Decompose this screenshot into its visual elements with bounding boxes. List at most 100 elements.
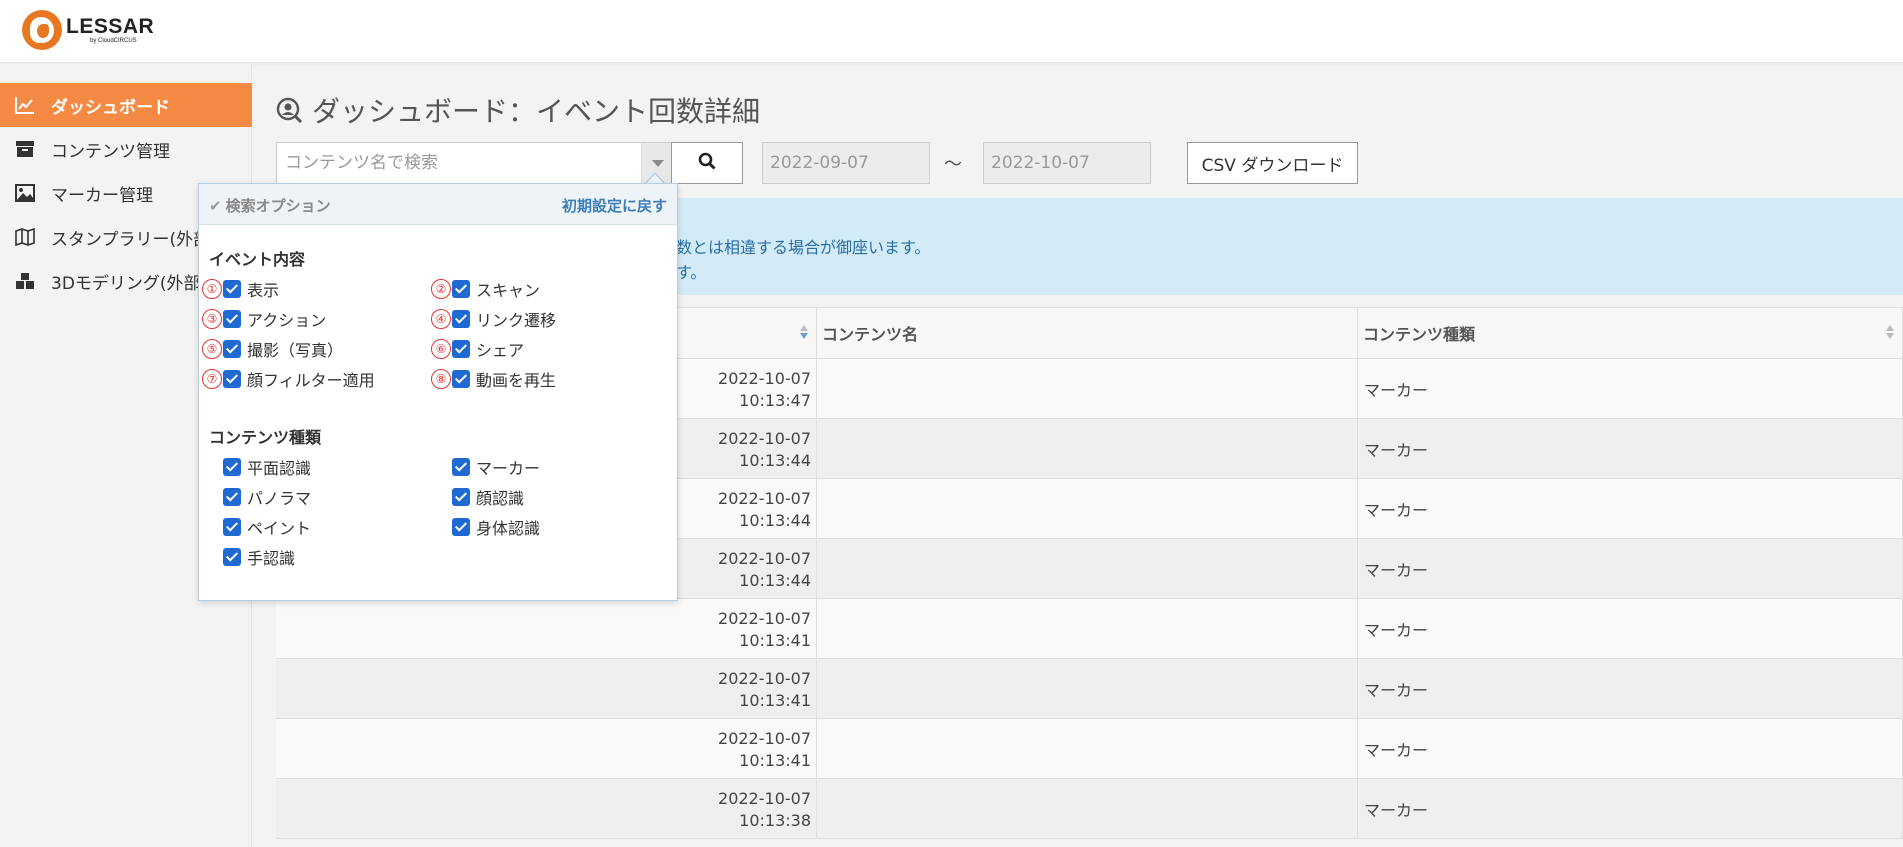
date-to-input[interactable]: 2022-10-07 [983,142,1151,184]
chart-line-icon [12,95,38,115]
datetime-cell: 2022-10-07 10:13:41 [276,599,817,658]
check-icon: ✔ [209,196,222,215]
checkbox[interactable] [223,548,241,566]
logo-sub: by CloudCIRCUS [90,37,137,44]
search-input[interactable] [277,143,641,183]
sidebar-item-contents[interactable]: コンテンツ管理 [0,127,252,171]
date-from-input[interactable]: 2022-09-07 [762,142,930,184]
content-name-cell [817,599,1358,658]
table-row: 2022-10-07 10:13:41 マーカー [276,719,1903,779]
sidebar-item-label: スタンプラリー(外部 [51,229,211,250]
checkbox[interactable] [223,340,241,358]
popup-header: ✔ 検索オプション 初期設定に戻す [199,184,677,225]
event-option-face-filter[interactable]: ⑦ 顔フィルター適用 [202,368,375,390]
table-row: 2022-10-07 10:13:41 マーカー [276,659,1903,719]
app-logo[interactable]: LESSAR by CloudCIRCUS [22,10,154,50]
event-option-share[interactable]: ⑥ シェア [431,338,524,360]
event-section-title: イベント内容 [209,250,306,269]
content-name-cell [817,779,1358,838]
content-option-paint[interactable]: ペイント [223,516,311,538]
checkbox[interactable] [452,458,470,476]
sidebar-item-dashboard[interactable]: ダッシュボード [0,83,252,127]
banner-line-2: す。 [676,263,707,282]
event-option-display[interactable]: ① 表示 [202,278,279,300]
number-badge: ⑧ [431,369,451,389]
number-badge: ⑥ [431,339,451,359]
content-type-cell: マーカー [1358,599,1903,658]
content-name-cell [817,719,1358,778]
page-title: ダッシュボード：イベント回数詳細 [276,90,760,130]
app-header: LESSAR by CloudCIRCUS [0,0,1903,63]
date-separator: 〜 [944,154,962,175]
content-type-cell: マーカー [1358,659,1903,718]
event-option-video[interactable]: ⑧ 動画を再生 [431,368,556,390]
content-option-face[interactable]: 顔認識 [452,486,524,508]
checkbox[interactable] [452,488,470,506]
table-row: 2022-10-07 10:13:41 マーカー [276,599,1903,659]
checkbox[interactable] [223,458,241,476]
content-option-plane[interactable]: 平面認識 [223,456,311,478]
number-badge: ⑦ [202,369,222,389]
content-type-cell: マーカー [1358,479,1903,538]
event-option-link[interactable]: ④ リンク遷移 [431,308,556,330]
content-section-title: コンテンツ種類 [209,428,322,447]
image-icon [12,183,38,203]
number-badge: ⑤ [202,339,222,359]
checkbox[interactable] [223,310,241,328]
table-row: 2022-10-07 10:13:38 マーカー [276,779,1903,839]
sidebar-item-label: マーカー管理 [51,185,153,206]
checkbox[interactable] [223,488,241,506]
sidebar-item-label: コンテンツ管理 [51,141,170,162]
sort-icon [800,325,808,341]
checkbox[interactable] [452,370,470,388]
popup-title: ✔ 検索オプション [209,196,331,216]
archive-box-icon [12,139,38,159]
cubes-icon [12,271,38,291]
search-options-popup: ✔ 検索オプション 初期設定に戻す イベント内容 ① 表示 ② スキャン ③ ア… [198,183,678,601]
checkbox[interactable] [452,340,470,358]
checkbox[interactable] [452,518,470,536]
content-name-cell [817,539,1358,598]
event-option-scan[interactable]: ② スキャン [431,278,540,300]
content-option-hand[interactable]: 手認識 [223,546,295,568]
map-icon [12,227,38,247]
user-search-icon [276,97,302,123]
search-icon [698,152,716,175]
column-header-content-type[interactable]: コンテンツ種類 [1358,308,1903,358]
content-type-cell: マーカー [1358,719,1903,778]
logo-mark-icon [22,10,62,50]
checkbox[interactable] [452,280,470,298]
sidebar-item-label: 3Dモデリング(外部 [51,273,201,294]
reset-defaults-link[interactable]: 初期設定に戻す [562,195,667,216]
number-badge: ② [431,279,451,299]
datetime-cell: 2022-10-07 10:13:41 [276,719,817,778]
sort-icon [1886,325,1894,341]
number-badge: ④ [431,309,451,329]
csv-download-button[interactable]: CSV ダウンロード [1187,142,1358,184]
search-combo [276,142,673,184]
checkbox[interactable] [223,518,241,536]
content-name-cell [817,419,1358,478]
datetime-cell: 2022-10-07 10:13:41 [276,659,817,718]
datetime-cell: 2022-10-07 10:13:38 [276,779,817,838]
content-type-cell: マーカー [1358,539,1903,598]
content-type-cell: マーカー [1358,419,1903,478]
checkbox[interactable] [223,280,241,298]
event-option-action[interactable]: ③ アクション [202,308,326,330]
column-header-content-name[interactable]: コンテンツ名 [817,308,1358,358]
content-option-panorama[interactable]: パノラマ [223,486,311,508]
banner-line-1: 数とは相違する場合が御座います。 [676,238,931,257]
content-option-marker[interactable]: マーカー [452,456,540,478]
event-option-photo[interactable]: ⑤ 撮影（写真） [202,338,343,360]
checkbox[interactable] [223,370,241,388]
search-button[interactable] [671,142,743,184]
number-badge: ① [202,279,222,299]
content-type-cell: マーカー [1358,779,1903,838]
number-badge: ③ [202,309,222,329]
logo-name: LESSAR [66,14,155,38]
content-name-cell [817,479,1358,538]
checkbox[interactable] [452,310,470,328]
content-option-body[interactable]: 身体認識 [452,516,540,538]
content-name-cell [817,659,1358,718]
content-type-cell: マーカー [1358,359,1903,418]
